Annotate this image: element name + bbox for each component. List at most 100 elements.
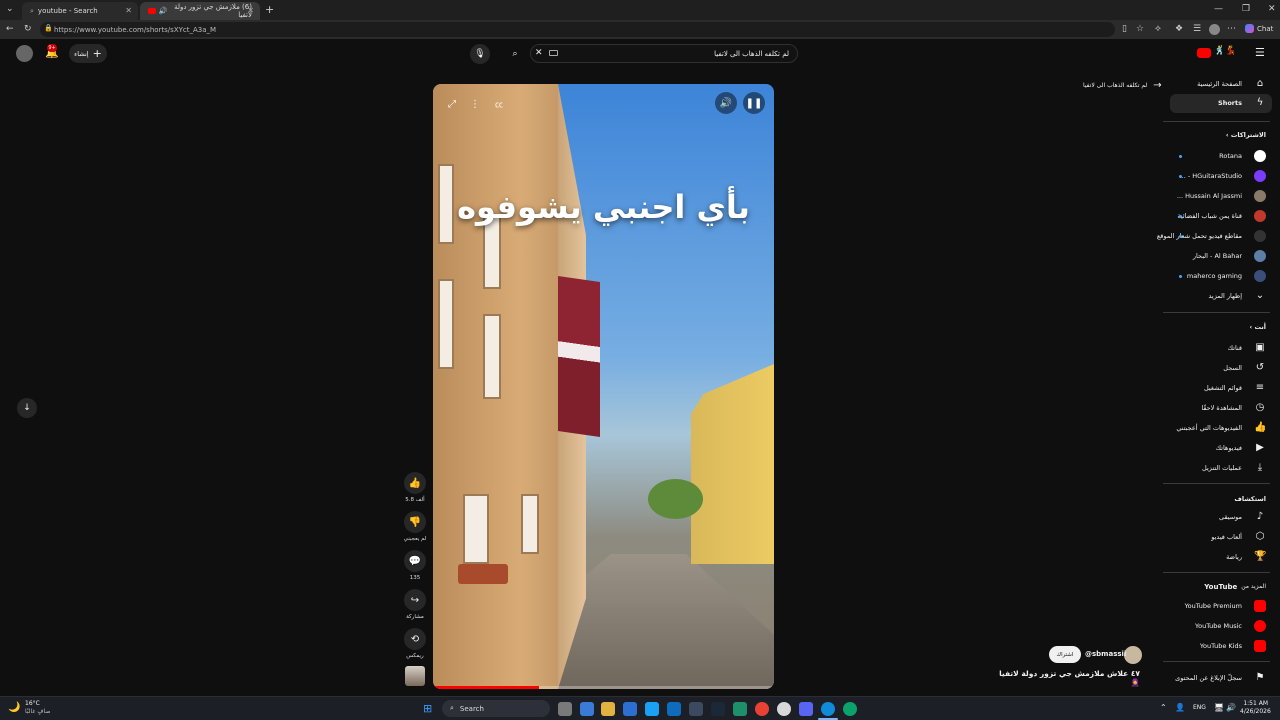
- sidebar-sub-albahar[interactable]: Al Bahar - البحار: [1193, 252, 1242, 260]
- channel-avatar[interactable]: [1124, 646, 1142, 664]
- create-button[interactable]: إنشاء +: [69, 44, 107, 63]
- copilot-chat-button[interactable]: Chat: [1245, 24, 1273, 33]
- task-view-icon[interactable]: [558, 702, 572, 716]
- sidebar-item-home[interactable]: الصفحة الرئيسية: [1197, 80, 1242, 88]
- windows-start-icon[interactable]: ⊞: [423, 702, 432, 715]
- doodle-logo-icon[interactable]: 🕺💃: [1214, 46, 1236, 56]
- comments-button[interactable]: 💬 135: [403, 550, 427, 581]
- tab-youtube-search[interactable]: ⌕ youtube - Search ✕: [22, 2, 138, 20]
- back-icon[interactable]: ←: [6, 24, 14, 34]
- tab-youtube-short[interactable]: 🔊 (6) ملازمش جي تزور دولة لاتفيا ✕: [140, 2, 260, 20]
- app-icon[interactable]: [645, 702, 659, 716]
- taskbar-search-box[interactable]: ⌕ Search: [442, 700, 550, 717]
- close-tab-icon[interactable]: ✕: [125, 6, 132, 15]
- people-icon[interactable]: 👤: [1175, 703, 1185, 712]
- app-icon[interactable]: [777, 702, 791, 716]
- subscriptions-header[interactable]: الاشتراكات ›: [1226, 131, 1266, 139]
- volume-icon[interactable]: 🔊: [1226, 703, 1236, 712]
- short-video-player[interactable]: بأي اجنبي يشوفوه ⤢ ⋮ ㏄ 🔊 ❚❚: [433, 84, 774, 689]
- sidebar-item-your-channel[interactable]: قناتك: [1228, 344, 1242, 352]
- sidebar-item-history[interactable]: السجل: [1223, 364, 1242, 372]
- app-icon[interactable]: [689, 702, 703, 716]
- subscribe-button[interactable]: اشتراك: [1049, 646, 1081, 663]
- sidebar-sub-hguitara[interactable]: HGuitaraStudio - ...: [1180, 172, 1242, 180]
- steam-icon[interactable]: [711, 702, 725, 716]
- favorite-star-icon[interactable]: ☆: [1136, 24, 1144, 34]
- sidebar-item-downloads[interactable]: عمليات التنزيل: [1202, 464, 1242, 472]
- share-button[interactable]: ↪ مشاركة: [403, 589, 427, 620]
- sound-thumbnail[interactable]: [405, 666, 425, 686]
- sidebar-item-watch-later[interactable]: المشاهدة لاحقًا: [1201, 404, 1242, 412]
- sidebar-sub-rotana[interactable]: Rotana: [1219, 152, 1242, 160]
- sidebar-sub-hussain[interactable]: Hussain Al Jassmi ...: [1177, 192, 1242, 200]
- sidebar-sub-clips[interactable]: مقاطع فيديو تحمل شعار الموقع: [1157, 232, 1242, 240]
- sidebar-item-music[interactable]: موسيقى: [1219, 513, 1242, 521]
- remix-button[interactable]: ⟲ ريمكس: [403, 628, 427, 659]
- chevron-up-icon[interactable]: ⌃: [1160, 703, 1167, 712]
- fullscreen-icon[interactable]: ⤢: [441, 93, 463, 115]
- system-clock[interactable]: 1:51 AM 4/26/2026: [1240, 700, 1271, 716]
- sidebar-item-your-videos[interactable]: فيديوهاتك: [1216, 444, 1242, 452]
- video-progress-bar[interactable]: [433, 686, 774, 689]
- maximize-icon[interactable]: ❐: [1242, 4, 1250, 14]
- channel-name[interactable]: @sbmassii: [1085, 650, 1126, 658]
- weather-icon[interactable]: 🌙: [8, 702, 20, 713]
- hamburger-menu-icon[interactable]: ☰: [1255, 46, 1265, 59]
- related-search-link[interactable]: → لم تكلفه الذهاب الى لاتفيا: [1083, 80, 1162, 91]
- minimize-icon[interactable]: —: [1214, 4, 1223, 14]
- dislike-button[interactable]: 👎 لم يعجبني: [403, 511, 427, 542]
- network-icon[interactable]: 🖥: [1214, 703, 1224, 712]
- search-input[interactable]: لم تكلفه الذهاب الى لاتفيا: [530, 44, 798, 63]
- profile-avatar[interactable]: [1209, 24, 1220, 35]
- you-header[interactable]: أنت ›: [1249, 323, 1266, 331]
- volume-icon[interactable]: 🔊: [715, 92, 737, 114]
- sidebar-item-music-app[interactable]: YouTube Music: [1195, 622, 1242, 630]
- url-field[interactable]: 🔒 https://www.youtube.com/shorts/sXYct_A…: [40, 22, 1115, 37]
- sidebar-item-premium[interactable]: YouTube Premium: [1185, 602, 1242, 610]
- clear-search-icon[interactable]: ✕: [535, 48, 543, 58]
- sidebar-sub-maherco[interactable]: maherco gaming: [1187, 272, 1242, 280]
- refresh-icon[interactable]: ↻: [24, 24, 32, 34]
- more-options-icon[interactable]: ⋯: [1227, 24, 1236, 34]
- language-indicator[interactable]: ENG: [1193, 704, 1206, 711]
- chrome-icon[interactable]: [755, 702, 769, 716]
- audio-playing-icon[interactable]: 🔊: [159, 7, 168, 15]
- split-screen-icon[interactable]: ▯: [1122, 24, 1127, 34]
- keyboard-icon[interactable]: [549, 50, 558, 56]
- like-button[interactable]: 👍 5.8 ألف: [403, 472, 427, 503]
- discord-icon[interactable]: [799, 702, 813, 716]
- sidebar-item-kids[interactable]: YouTube Kids: [1200, 642, 1242, 650]
- store-icon[interactable]: [623, 702, 637, 716]
- extensions-icon[interactable]: ⟡: [1155, 24, 1161, 34]
- collections-icon[interactable]: ❖: [1175, 24, 1183, 34]
- account-avatar[interactable]: [16, 45, 33, 62]
- pause-icon[interactable]: ❚❚: [743, 92, 765, 114]
- copilot-app-icon[interactable]: [580, 702, 594, 716]
- captions-icon[interactable]: ㏄: [488, 93, 510, 115]
- scroll-down-icon[interactable]: ↓: [17, 398, 37, 418]
- voice-search-icon[interactable]: 🎙: [470, 44, 490, 64]
- tab-menu-icon[interactable]: ⌄: [6, 4, 14, 14]
- search-button-icon[interactable]: ⌕: [505, 44, 525, 64]
- sidebar-item-shorts[interactable]: Shorts: [1218, 99, 1242, 107]
- file-explorer-icon[interactable]: [601, 702, 615, 716]
- favorites-bar-icon[interactable]: ☰: [1193, 24, 1201, 34]
- sidebar-item-gaming[interactable]: ألعاب فيديو: [1211, 533, 1242, 541]
- weather-widget[interactable]: 16°C صافٍ غالبًا: [25, 700, 50, 716]
- sidebar-item-liked-videos[interactable]: الفيديوهات التي أعجبتني: [1176, 424, 1242, 432]
- close-window-icon[interactable]: ✕: [1268, 4, 1276, 14]
- edge-dev-icon[interactable]: [733, 702, 747, 716]
- edge-icon[interactable]: [821, 702, 835, 716]
- sidebar-sub-yemen[interactable]: قناة يمن شباب الفضائية: [1177, 212, 1242, 220]
- edge-beta-icon[interactable]: [843, 702, 857, 716]
- mail-icon[interactable]: [667, 702, 681, 716]
- sidebar-item-playlists[interactable]: قوائم التشغيل: [1204, 384, 1242, 392]
- sidebar-item-sports[interactable]: رياضة: [1226, 553, 1242, 561]
- sidebar-item-report-history[interactable]: سجلّ الإبلاغ عن المحتوى: [1175, 674, 1242, 682]
- close-tab-icon[interactable]: ✕: [247, 6, 254, 15]
- more-vert-icon[interactable]: ⋮: [464, 93, 486, 115]
- short-title[interactable]: ٤٧ علاش ملازمش جي تزور دولة لاتفيا 🧕: [990, 669, 1140, 687]
- new-tab-icon[interactable]: +: [265, 3, 274, 16]
- youtube-logo-icon[interactable]: [1197, 48, 1211, 58]
- show-more-button[interactable]: إظهار المزيد: [1208, 292, 1242, 300]
